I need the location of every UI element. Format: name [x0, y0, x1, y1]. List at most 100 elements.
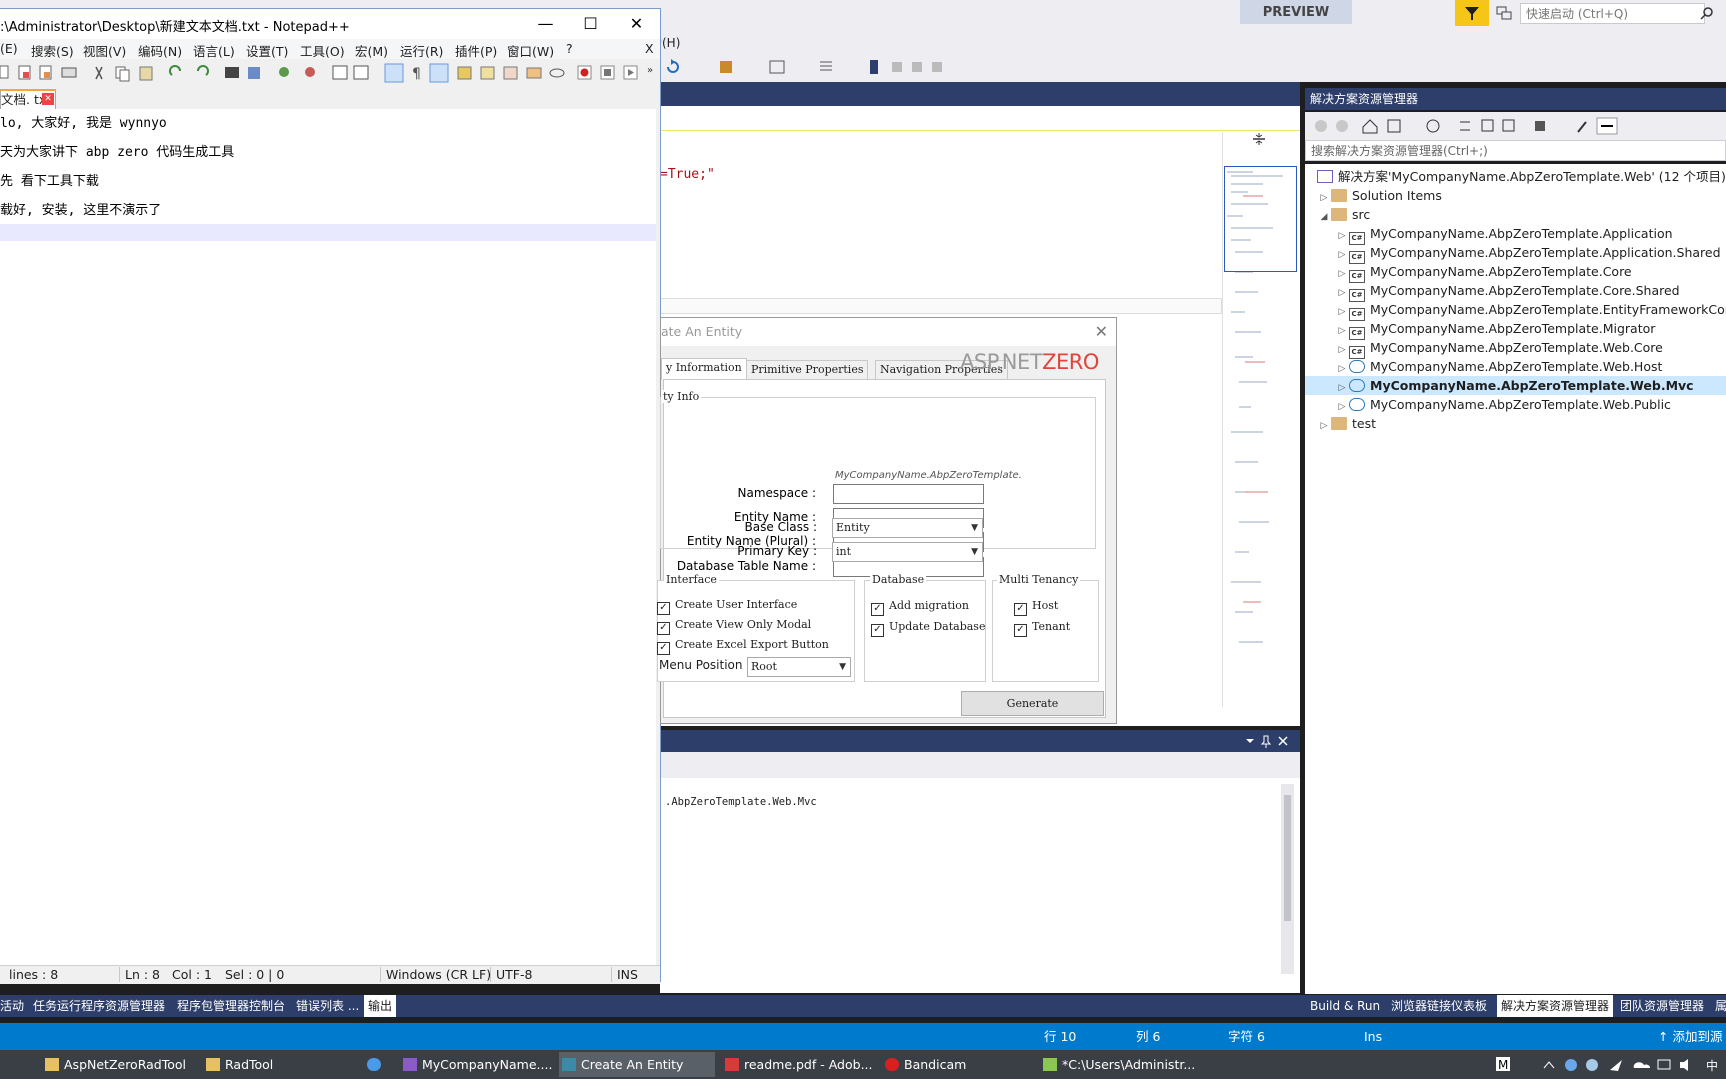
- menu-item[interactable]: 编码(N): [138, 41, 182, 60]
- tree-item[interactable]: ▷ C# MyCompanyName.AbpZeroTemplate.Applica…: [1335, 243, 1721, 264]
- tab-output[interactable]: 输出: [364, 995, 397, 1017]
- notepad-titlebar[interactable]: :\Administrator\Desktop\新建文本文档.txt - Not…: [0, 9, 660, 39]
- close-icon: ✕: [629, 14, 644, 33]
- excel-export-checkbox[interactable]: ✓ Create Excel Export Button: [657, 638, 829, 655]
- visual-studio-icon: [403, 1058, 417, 1071]
- taskbar-label: RadTool: [225, 1057, 274, 1072]
- primary-key-select[interactable]: int ▼: [832, 542, 983, 562]
- feedback-icon[interactable]: [1495, 5, 1513, 21]
- taskbar-button[interactable]: readme.pdf - Adob...: [722, 1052, 874, 1077]
- tree-item[interactable]: ▷ Solution Items: [1317, 186, 1442, 205]
- bottom-tool-tabs: 活动 任务运行程序资源管理器 程序包管理器控制台 错误列表 ... 输出: [0, 995, 1305, 1017]
- base-class-select[interactable]: Entity ▼: [832, 518, 983, 538]
- text-line: lo, 大家好, 我是 wynnyo: [0, 116, 167, 131]
- menu-item[interactable]: 插件(P): [455, 41, 497, 60]
- close-button[interactable]: ✕: [614, 9, 659, 39]
- checkmark-icon: ✓: [871, 624, 884, 637]
- menu-item[interactable]: 运行(R): [400, 41, 443, 60]
- tab-task-runner[interactable]: 任务运行程序资源管理器: [33, 995, 165, 1017]
- dialog-close-button[interactable]: ✕: [1095, 322, 1108, 341]
- menu-item[interactable]: 宏(M): [355, 41, 388, 60]
- taskbar-button[interactable]: *C:\Users\Administr...: [1040, 1052, 1197, 1077]
- menu-item[interactable]: 工具(O): [300, 41, 345, 60]
- tenant-checkbox[interactable]: ✓ Tenant: [1014, 620, 1070, 637]
- tree-item[interactable]: ▷ C# MyCompanyName.AbpZeroTemplate.Web.Cor…: [1335, 338, 1663, 359]
- menu-item[interactable]: 视图(V): [83, 41, 126, 60]
- tab-activity[interactable]: 活动: [0, 995, 24, 1017]
- tree-item-label: MyCompanyName.AbpZeroTemplate.Web.Mvc: [1370, 378, 1694, 393]
- tree-item-label: Solution Items: [1352, 188, 1442, 203]
- menu-item[interactable]: ?: [566, 41, 573, 56]
- taskbar-button[interactable]: MyCompanyName....: [400, 1052, 552, 1077]
- tab-close-icon[interactable]: ✕: [42, 93, 54, 105]
- menu-item[interactable]: 搜索(S): [31, 41, 74, 60]
- tree-item[interactable]: ▷ MyCompanyName.AbpZeroTemplate.Web.Publi…: [1335, 395, 1671, 414]
- tree-item[interactable]: ▷ C# MyCompanyName.AbpZeroTemplate.Applica…: [1335, 224, 1673, 245]
- primary-key-label: Primary Key :: [737, 544, 817, 558]
- output-scroll-thumb[interactable]: [1284, 795, 1291, 921]
- tree-item[interactable]: ▷ C# MyCompanyName.AbpZeroTemplate.Migrato…: [1335, 319, 1655, 340]
- dialog-titlebar[interactable]: ate An Entity ✕: [661, 318, 1116, 346]
- status-col: 列 6: [1136, 1029, 1161, 1044]
- output-panel-title: [660, 730, 1300, 752]
- minimap-viewport[interactable]: [1224, 166, 1297, 272]
- tab-browser-link[interactable]: 浏览器链接仪表板: [1391, 995, 1487, 1017]
- filter-icon: [1465, 7, 1479, 20]
- tab-error-list[interactable]: 错误列表 ...: [296, 995, 359, 1017]
- tab-primitive-properties[interactable]: Primitive Properties: [746, 360, 869, 379]
- taskbar-button[interactable]: [364, 1052, 394, 1077]
- add-to-source-control[interactable]: ↑ 添加到源: [1658, 1023, 1722, 1050]
- notepad-text-area[interactable]: lo, 大家好, 我是 wynnyo 天为大家讲下 abp zero 代码生成工…: [0, 109, 656, 965]
- tree-item[interactable]: ▷ C# MyCompanyName.AbpZeroTemplate.Core.Sh…: [1335, 281, 1680, 302]
- solution-explorer-search[interactable]: 搜索解决方案资源管理器(Ctrl+;): [1305, 140, 1726, 161]
- svg-text:M: M: [1498, 1058, 1508, 1072]
- tree-item[interactable]: ▷ MyCompanyName.AbpZeroTemplate.Web.Host: [1335, 357, 1663, 376]
- solution-node[interactable]: 解决方案'MyCompanyName.AbpZeroTemplate.Web' …: [1317, 167, 1726, 186]
- tree-item[interactable]: ▷ MyCompanyName.AbpZeroTemplate.Web.Mvc: [1305, 376, 1726, 395]
- tab-entity-information[interactable]: y Information: [661, 358, 747, 380]
- collapsed-arrow-icon[interactable]: ▷: [1317, 417, 1331, 436]
- tree-item-label: src: [1352, 207, 1371, 222]
- generate-button[interactable]: Generate: [961, 691, 1104, 716]
- tab-properties[interactable]: 属: [1715, 995, 1726, 1017]
- tree-item[interactable]: ▷ test: [1317, 414, 1376, 433]
- menu-item[interactable]: (E): [0, 41, 18, 56]
- view-only-modal-checkbox[interactable]: ✓ Create View Only Modal: [657, 618, 811, 635]
- tree-item-label: MyCompanyName.AbpZeroTemplate.Core.Share…: [1370, 283, 1680, 298]
- tab-team-explorer[interactable]: 团队资源管理器: [1620, 995, 1704, 1017]
- tab-build-run[interactable]: Build & Run: [1310, 995, 1380, 1017]
- host-checkbox[interactable]: ✓ Host: [1014, 599, 1058, 616]
- expanded-arrow-icon[interactable]: ◢: [1317, 208, 1331, 227]
- namespace-input[interactable]: [833, 484, 984, 504]
- document-tab[interactable]: 文档. txt ✕: [0, 89, 56, 109]
- status-ln: Ln : 8: [119, 967, 160, 982]
- taskbar-button[interactable]: Bandicam: [882, 1052, 1034, 1077]
- tree-item[interactable]: ▷ C# MyCompanyName.AbpZeroTemplate.Core: [1335, 262, 1632, 283]
- menu-item[interactable]: 窗口(W): [507, 41, 554, 60]
- menu-close-document[interactable]: X: [645, 41, 654, 56]
- taskbar-button[interactable]: AspNetZeroRadTool: [42, 1052, 197, 1077]
- menu-item[interactable]: 设置(T): [246, 41, 288, 60]
- chevron-down-icon: ▼: [971, 523, 978, 533]
- notepad-menubar: (E) 搜索(S) 视图(V) 编码(N) 语言(L) 设置(T) 工具(O) 宏(M) 运行(…: [0, 39, 660, 59]
- menu-item[interactable]: 语言(L): [193, 41, 235, 60]
- tree-item[interactable]: ▷ C# MyCompanyName.AbpZeroTemplate.EntityF…: [1335, 300, 1726, 321]
- output-panel[interactable]: [660, 778, 1300, 993]
- filter-button[interactable]: [1455, 0, 1489, 26]
- update-database-checkbox[interactable]: ✓ Update Database: [871, 620, 985, 637]
- maximize-button[interactable]: ☐: [568, 9, 613, 39]
- split-icon[interactable]: [1252, 132, 1266, 146]
- minimize-button[interactable]: —: [523, 9, 568, 39]
- add-migration-checkbox[interactable]: ✓ Add migration: [871, 599, 969, 616]
- taskbar-button[interactable]: Create An Entity: [559, 1052, 715, 1077]
- taskbar-button[interactable]: RadTool: [203, 1052, 353, 1077]
- tab-solution-explorer[interactable]: 解决方案资源管理器: [1497, 995, 1614, 1017]
- tree-item[interactable]: ◢ src: [1317, 205, 1371, 227]
- search-icon[interactable]: [1700, 6, 1714, 20]
- quick-launch-input[interactable]: 快速启动 (Ctrl+Q): [1520, 3, 1705, 24]
- chevron-down-icon: ▼: [839, 662, 846, 672]
- tab-package-manager[interactable]: 程序包管理器控制台: [177, 995, 285, 1017]
- create-ui-checkbox[interactable]: ✓ Create User Interface: [657, 598, 797, 615]
- menu-position-select[interactable]: Root ▼: [747, 657, 851, 677]
- notepad-window-title: :\Administrator\Desktop\新建文本文档.txt - Not…: [0, 20, 350, 35]
